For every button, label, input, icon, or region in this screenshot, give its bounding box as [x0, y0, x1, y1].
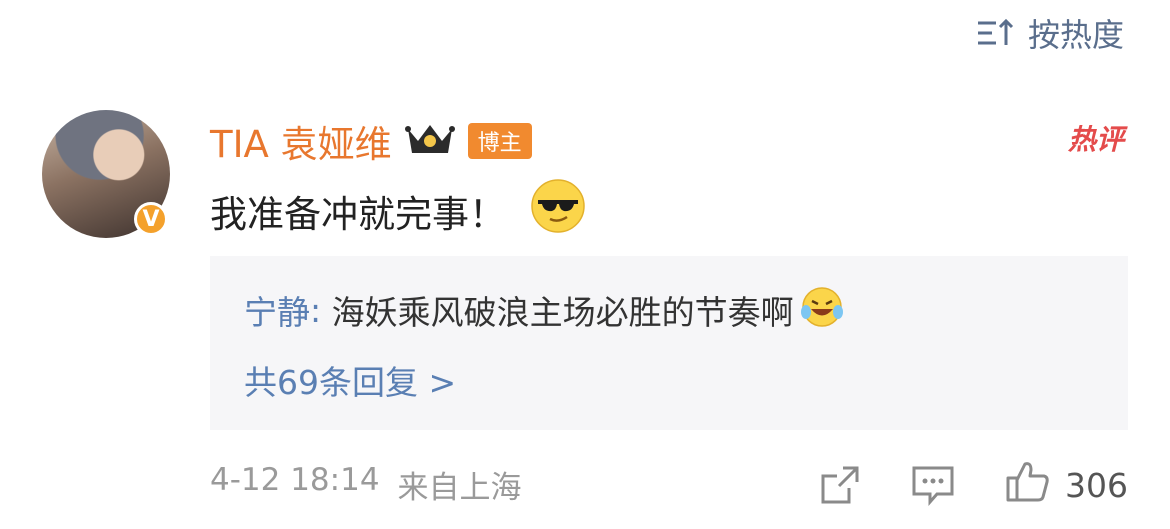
comment-icon[interactable] [911, 464, 955, 506]
hot-comment-tag: 热评 [1067, 123, 1124, 156]
cool-sunglasses-emoji [530, 178, 586, 243]
avatar[interactable]: V [42, 110, 170, 238]
reply-box: 宁静 : 海妖乘风破浪主场必胜的节奏啊 共69条回复 > [210, 256, 1128, 430]
reply-item[interactable]: 宁静 : 海妖乘风破浪主场必胜的节奏啊 [244, 284, 844, 336]
reply-text: 海妖乘风破浪主场必胜的节奏啊 [331, 293, 794, 332]
reply-username[interactable]: 宁静 [244, 286, 310, 334]
comment-meta: 4-12 18:14 来自上海 [210, 462, 522, 507]
comment-body: 我准备冲就完事！ [210, 178, 586, 243]
laugh-cry-emoji [794, 284, 844, 336]
crown-icon [404, 119, 456, 163]
verified-badge-icon: V [134, 202, 168, 236]
thumbs-up-icon [1005, 458, 1051, 512]
comment-text: 我准备冲就完事！ [210, 192, 506, 236]
share-icon[interactable] [819, 464, 861, 506]
comment-username[interactable]: TIA 袁娅维 [210, 114, 392, 168]
comment-timestamp: 4-12 18:14 [210, 462, 380, 498]
comment-header: TIA 袁娅维 博主 [210, 114, 532, 168]
like-count: 306 [1065, 465, 1128, 505]
comment-actions: 306 [819, 458, 1128, 512]
blogger-badge: 博主 [467, 123, 532, 159]
sort-by-hotness-button[interactable]: 按热度 [976, 10, 1124, 56]
comment-location: 来自上海 [397, 470, 522, 506]
reply-separator: : [310, 290, 332, 330]
sort-label: 按热度 [1027, 16, 1124, 54]
view-replies-link[interactable]: 共69条回复 > [244, 356, 456, 404]
sort-icon [976, 17, 1016, 49]
like-button[interactable]: 306 [1005, 458, 1128, 512]
